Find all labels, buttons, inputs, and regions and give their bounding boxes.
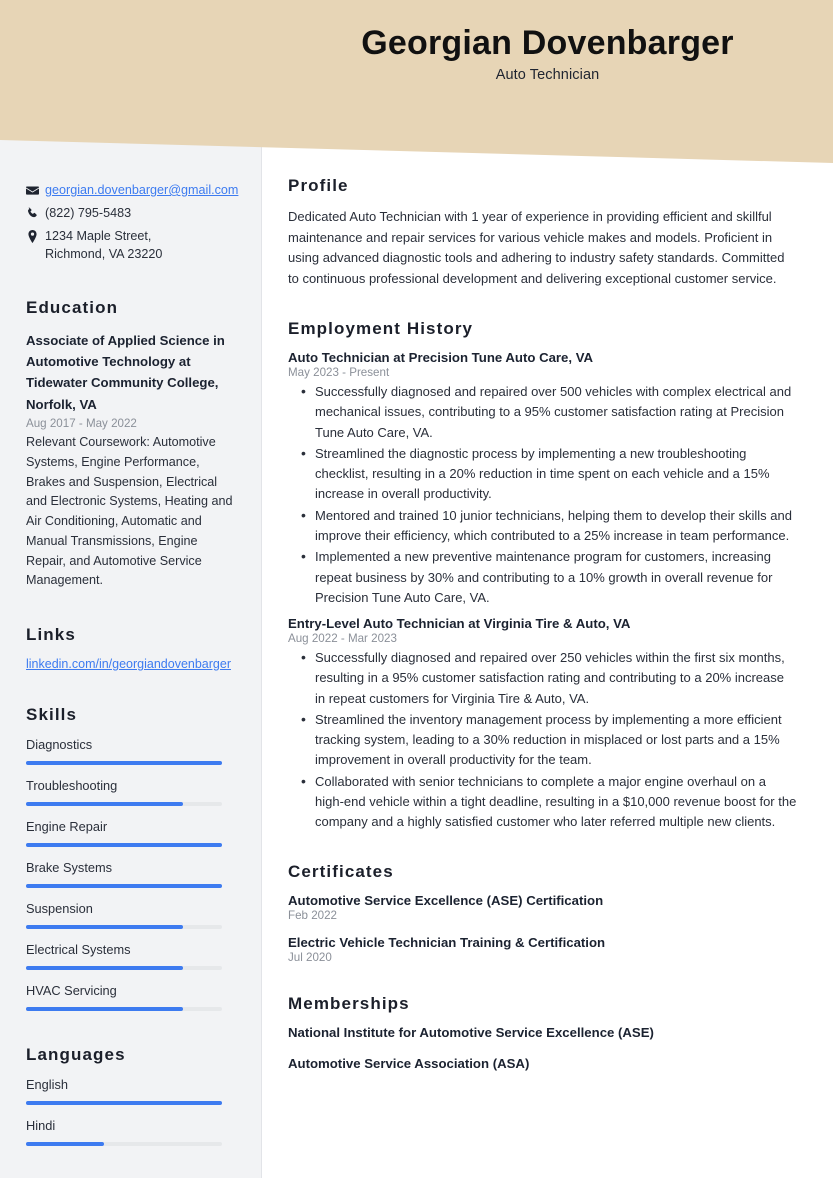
skill-bar-fill [26,966,183,971]
main-content: Profile Dedicated Auto Technician with 1… [262,0,833,1178]
certificate-name: Electric Vehicle Technician Training & C… [288,935,606,951]
languages-heading: Languages [26,1045,126,1065]
job-bullet: Mentored and trained 10 junior technicia… [301,505,797,547]
skill-label: HVAC Servicing [26,983,117,999]
language-label: English [26,1077,68,1093]
job-bullet: Implemented a new preventive maintenance… [301,546,797,608]
skill-label: Engine Repair [26,819,108,835]
job-bullets: Successfully diagnosed and repaired over… [288,647,797,833]
employment-section: Employment History Auto Technician at Pr… [288,319,797,832]
skill-label: Suspension [26,901,93,917]
map-pin-icon [26,228,45,243]
skill-bar-track [26,843,222,848]
address-line-2: Richmond, VA 23220 [45,246,163,261]
header-text-block: Georgian Dovenbarger Auto Technician [262,0,833,100]
job-entry: Auto Technician at Precision Tune Auto C… [288,350,797,608]
skill-item: Electrical Systems [26,942,239,971]
languages-list: English Hindi [26,1077,239,1147]
language-bar-fill [26,1142,105,1147]
skill-bar-track [26,761,222,766]
skill-bar-fill [26,843,222,848]
email-link[interactable]: georgian.dovenbarger@gmail.com [45,183,238,197]
skill-bar-track [26,925,222,930]
skill-item: Engine Repair [26,819,239,848]
linkedin-link[interactable]: linkedin.com/in/georgiandovenbarger [26,657,239,671]
language-bar-track [26,1101,222,1106]
language-item: English [26,1077,239,1106]
skill-bar-fill [26,802,183,807]
certificates-section: Certificates Automotive Service Excellen… [288,862,797,964]
job-title: Entry-Level Auto Technician at Virginia … [288,616,631,632]
education-entry: Associate of Applied Science in Automoti… [26,330,239,592]
employment-heading: Employment History [288,319,474,339]
job-bullet: Successfully diagnosed and repaired over… [301,647,797,709]
job-bullet: Streamlined the diagnostic process by im… [301,443,797,505]
profile-text: Dedicated Auto Technician with 1 year of… [288,209,785,286]
education-date: Aug 2017 - May 2022 [26,417,137,430]
envelope-icon [26,182,45,197]
language-bar-fill [26,1101,222,1106]
address-line-1: 1234 Maple Street, [45,228,152,243]
skill-item: Diagnostics [26,737,239,766]
education-heading: Education [26,297,119,317]
phone-icon [26,205,45,220]
job-bullet: Collaborated with senior technicians to … [301,771,797,833]
links-heading: Links [26,625,76,645]
certificate-name: Automotive Service Excellence (ASE) Cert… [288,893,604,909]
certificate-item: Automotive Service Excellence (ASE) Cert… [288,893,797,922]
memberships-heading: Memberships [288,994,410,1014]
skill-item: Brake Systems [26,860,239,889]
job-title: Auto Technician at Precision Tune Auto C… [288,350,594,366]
skill-bar-track [26,1007,222,1012]
page-title: Georgian Dovenbarger [361,24,734,62]
education-degree: Associate of Applied Science in Automoti… [26,332,225,412]
skills-heading: Skills [26,705,78,725]
job-entry: Entry-Level Auto Technician at Virginia … [288,616,797,832]
skill-label: Electrical Systems [26,942,131,958]
skill-item: Suspension [26,901,239,930]
skill-item: HVAC Servicing [26,983,239,1012]
profile-section: Profile Dedicated Auto Technician with 1… [288,176,797,289]
skill-bar-fill [26,925,183,930]
job-bullet: Successfully diagnosed and repaired over… [301,381,797,443]
memberships-section: Memberships National Institute for Autom… [288,994,797,1071]
education-description: Relevant Coursework: Automotive Systems,… [26,435,233,588]
job-date: Aug 2022 - Mar 2023 [288,632,397,646]
skills-list: Diagnostics Troubleshooting Engine Repai… [26,737,239,1012]
job-bullets: Successfully diagnosed and repaired over… [288,381,797,608]
skill-bar-fill [26,761,222,766]
skill-label: Brake Systems [26,860,113,876]
phone-value: (822) 795-5483 [45,205,132,220]
skill-bar-track [26,802,222,807]
skill-label: Troubleshooting [26,778,118,794]
language-item: Hindi [26,1118,239,1147]
job-date: May 2023 - Present [288,366,390,380]
skill-bar-fill [26,1007,183,1012]
skill-bar-track [26,966,222,971]
sidebar: georgian.dovenbarger@gmail.com (822) 795… [0,0,262,1178]
language-label: Hindi [26,1118,56,1134]
membership-item: Automotive Service Association (ASA) [288,1056,530,1072]
contact-address-row: 1234 Maple Street, Richmond, VA 23220 [26,228,239,264]
certificates-heading: Certificates [288,862,394,882]
skill-label: Diagnostics [26,737,93,753]
resume-page: georgian.dovenbarger@gmail.com (822) 795… [0,0,833,1178]
skill-bar-fill [26,884,222,889]
contact-list: georgian.dovenbarger@gmail.com (822) 795… [26,182,239,264]
certificate-item: Electric Vehicle Technician Training & C… [288,935,797,964]
skill-bar-track [26,884,222,889]
certificate-date: Feb 2022 [288,909,337,923]
page-subtitle: Auto Technician [495,67,600,84]
certificate-date: Jul 2020 [288,951,332,965]
profile-heading: Profile [288,176,349,195]
skill-item: Troubleshooting [26,778,239,807]
membership-item: National Institute for Automotive Servic… [288,1025,654,1041]
language-bar-track [26,1142,222,1147]
contact-phone-row: (822) 795-5483 [26,205,239,223]
contact-email-row: georgian.dovenbarger@gmail.com [26,182,239,200]
job-bullet: Streamlined the inventory management pro… [301,709,797,771]
